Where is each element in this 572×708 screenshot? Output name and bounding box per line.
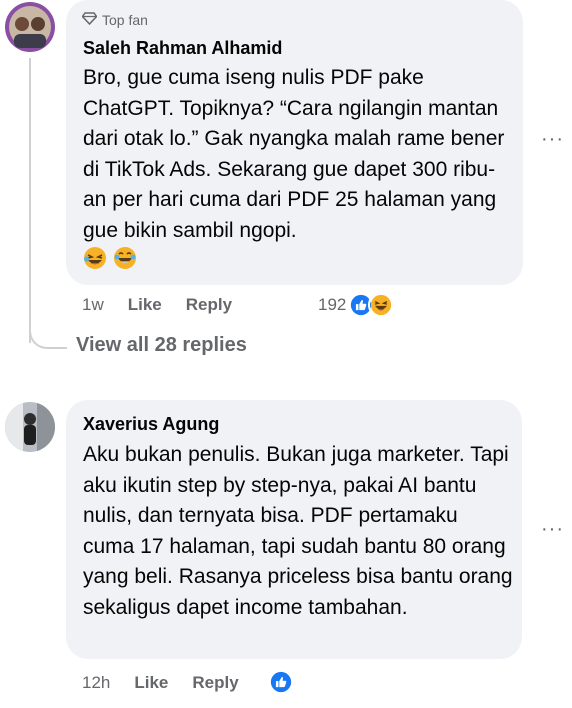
reply-thread-line <box>29 58 31 343</box>
like-button[interactable]: Like <box>134 673 168 693</box>
laughing-face-emoji-icon <box>113 246 137 275</box>
more-options-button[interactable]: ··· <box>541 518 564 541</box>
laughing-face-emoji-icon <box>83 246 107 275</box>
comment-text: Bro, gue cuma iseng nulis PDF pake ChatG… <box>83 66 505 242</box>
comment-emojis <box>83 246 137 275</box>
comment-bubble: Xaverius Agung Aku bukan penulis. Bukan … <box>66 400 522 659</box>
comment-author[interactable]: Saleh Rahman Alhamid <box>83 38 282 59</box>
reaction-count: 192 <box>318 295 347 314</box>
top-fan-label: Top fan <box>102 12 148 28</box>
comment-timestamp[interactable]: 1w <box>82 295 104 315</box>
view-all-replies-link[interactable]: View all 28 replies <box>76 334 247 357</box>
top-fan-badge: Top fan <box>81 12 148 28</box>
reply-thread-connector <box>29 323 67 349</box>
diamond-icon <box>81 12 98 28</box>
like-reaction-icon <box>268 669 294 695</box>
more-options-button[interactable]: ··· <box>541 128 564 151</box>
reaction-summary[interactable]: 192 <box>318 292 395 318</box>
reply-button[interactable]: Reply <box>192 673 238 693</box>
reaction-summary[interactable] <box>268 669 294 695</box>
comment-actions: 1w Like Reply <box>82 295 232 315</box>
like-button[interactable]: Like <box>128 295 162 315</box>
avatar-xaverius[interactable] <box>5 402 55 452</box>
haha-reaction-icon <box>368 292 395 318</box>
reply-button[interactable]: Reply <box>186 295 232 315</box>
comment-bubble: Top fan Saleh Rahman Alhamid Bro, gue cu… <box>66 0 523 285</box>
comment-timestamp[interactable]: 12h <box>82 673 110 693</box>
comment-author[interactable]: Xaverius Agung <box>83 414 219 435</box>
comment-text: Aku bukan penulis. Bukan juga marketer. … <box>83 443 513 619</box>
comment-actions: 12h Like Reply <box>82 673 239 693</box>
avatar-saleh[interactable] <box>5 2 55 52</box>
